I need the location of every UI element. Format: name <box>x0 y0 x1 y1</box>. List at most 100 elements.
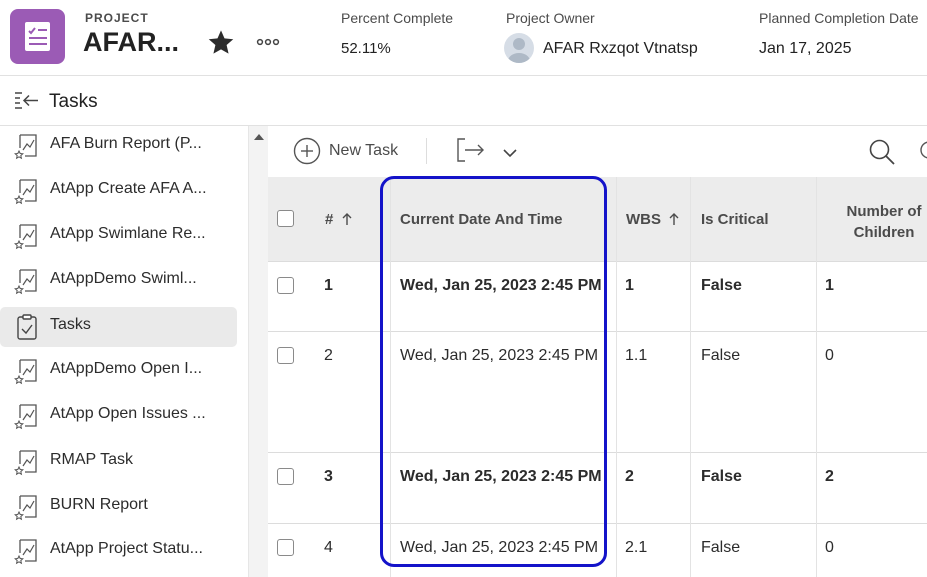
cell-wbs[interactable]: 1 <box>625 277 634 295</box>
cell-is-critical[interactable]: False <box>701 468 742 486</box>
cell-number: 1 <box>324 277 333 294</box>
page-title: Tasks <box>49 91 98 112</box>
owner-avatar[interactable] <box>504 33 534 63</box>
sidebar-item-label: AFA Burn Report (P... <box>50 135 202 152</box>
row-checkbox[interactable] <box>277 277 294 294</box>
project-label: PROJECT <box>85 11 149 25</box>
cell-current-date-time[interactable]: Wed, Jan 25, 2023 2:45 PM <box>400 468 602 486</box>
sidebar-scrollbar[interactable] <box>248 126 268 577</box>
cell-number-of-children: 2 <box>825 468 834 485</box>
cell-number: 3 <box>324 468 333 485</box>
plus-circle-icon <box>293 137 321 165</box>
report-icon <box>14 222 40 250</box>
clipboard-check-icon <box>14 313 40 341</box>
new-task-button[interactable]: New Task <box>293 136 398 166</box>
project-owner-label: Project Owner <box>506 10 595 26</box>
row-checkbox[interactable] <box>277 539 294 556</box>
search-icon[interactable] <box>868 138 896 171</box>
sidebar-item[interactable]: AtApp Create AFA A... <box>0 171 237 211</box>
cell-wbs[interactable]: 1.1 <box>625 347 647 365</box>
project-header: PROJECT AFAR... Percent Complete 52.11% … <box>0 0 927 76</box>
sidebar-item[interactable]: AtAppDemo Open I... <box>0 351 237 391</box>
sidebar-item-label: AtAppDemo Open I... <box>50 360 203 377</box>
scroll-up-arrow-icon[interactable] <box>254 134 264 140</box>
sidebar: AFA Burn Report (P... AtApp Create AFA A.… <box>0 126 268 577</box>
sidebar-item[interactable]: AtApp Open Issues ... <box>0 396 237 436</box>
cell-current-date-time[interactable]: Wed, Jan 25, 2023 2:45 PM <box>400 539 598 557</box>
column-divider <box>390 177 391 577</box>
toolbar-divider <box>426 138 427 164</box>
chevron-down-icon[interactable] <box>502 145 518 163</box>
col-header-current-date-time[interactable]: Current Date And Time <box>400 211 563 228</box>
comment-icon[interactable] <box>919 139 927 166</box>
percent-complete-value: 52.11% <box>341 40 391 57</box>
cell-number: 2 <box>324 347 333 364</box>
report-icon <box>14 357 40 385</box>
table-row[interactable]: 4 Wed, Jan 25, 2023 2:45 PM 2.1 False 0 <box>268 523 927 577</box>
row-checkbox[interactable] <box>277 347 294 364</box>
cell-current-date-time[interactable]: Wed, Jan 25, 2023 2:45 PM <box>400 277 602 295</box>
column-divider <box>616 177 617 577</box>
cell-wbs[interactable]: 2.1 <box>625 539 647 557</box>
select-all-checkbox[interactable] <box>277 210 294 227</box>
sidebar-item[interactable]: RMAP Task <box>0 442 237 482</box>
cell-number-of-children: 0 <box>825 347 834 364</box>
report-icon <box>14 448 40 476</box>
table-row[interactable]: 1 Wed, Jan 25, 2023 2:45 PM 1 False 1 <box>268 261 927 331</box>
sidebar-item[interactable]: AtApp Project Statu... <box>0 531 237 571</box>
sidebar-item[interactable]: Tasks <box>0 307 237 347</box>
star-icon[interactable] <box>207 28 235 61</box>
task-grid: # Current Date And Time WBS Is Critical … <box>268 177 927 577</box>
cell-current-date-time[interactable]: Wed, Jan 25, 2023 2:45 PM <box>400 347 598 365</box>
task-toolbar: New Task <box>268 126 927 177</box>
col-header-is-critical[interactable]: Is Critical <box>701 211 769 228</box>
table-row[interactable]: 3 Wed, Jan 25, 2023 2:45 PM 2 False 2 <box>268 452 927 523</box>
grid-header: # Current Date And Time WBS Is Critical … <box>268 177 927 261</box>
cell-number-of-children: 1 <box>825 277 834 294</box>
new-task-label: New Task <box>329 142 399 159</box>
cell-number: 4 <box>324 539 333 556</box>
planned-completion-value: Jan 17, 2025 <box>759 40 852 57</box>
sidebar-item-label: RMAP Task <box>50 451 133 468</box>
sidebar-item[interactable]: AtApp Swimlane Re... <box>0 216 237 256</box>
report-icon <box>14 132 40 160</box>
export-icon[interactable] <box>456 137 486 168</box>
row-checkbox[interactable] <box>277 468 294 485</box>
more-options-icon[interactable] <box>255 28 283 61</box>
main-panel: New Task # Current Date And Time WBS Is … <box>268 126 927 577</box>
tasks-subheader: Tasks <box>0 76 927 126</box>
report-icon <box>14 177 40 205</box>
cell-wbs[interactable]: 2 <box>625 468 634 486</box>
report-icon <box>14 537 40 565</box>
col-header-wbs[interactable]: WBS <box>626 211 680 228</box>
sidebar-item-label: AtApp Project Statu... <box>50 540 203 557</box>
sidebar-item-label: BURN Report <box>50 496 148 513</box>
report-icon <box>14 402 40 430</box>
report-icon <box>14 493 40 521</box>
report-icon <box>14 267 40 295</box>
cell-is-critical[interactable]: False <box>701 347 740 365</box>
collapse-sidebar-icon[interactable] <box>14 90 40 117</box>
sidebar-item-label: AtAppDemo Swiml... <box>50 270 197 287</box>
project-app-icon <box>10 9 65 64</box>
col-header-number-of-children[interactable]: Number of Children <box>836 201 927 243</box>
percent-complete-label: Percent Complete <box>341 10 454 26</box>
column-divider <box>690 177 691 577</box>
col-header-number[interactable]: # <box>325 211 353 228</box>
cell-is-critical[interactable]: False <box>701 277 742 295</box>
column-divider <box>816 177 817 577</box>
table-row[interactable]: 2 Wed, Jan 25, 2023 2:45 PM 1.1 False 0 <box>268 331 927 452</box>
project-name[interactable]: AFAR... <box>83 27 179 58</box>
sort-ascending-icon <box>669 213 679 225</box>
cell-number-of-children: 0 <box>825 539 834 556</box>
planned-completion-label: Planned Completion Date <box>759 10 919 26</box>
cell-is-critical[interactable]: False <box>701 539 740 557</box>
sidebar-item[interactable]: BURN Report <box>0 487 237 527</box>
project-owner-name[interactable]: AFAR Rxzqot Vtnatsp <box>543 40 698 58</box>
sidebar-item[interactable]: AFA Burn Report (P... <box>0 126 237 166</box>
sidebar-item-label: AtApp Create AFA A... <box>50 180 207 197</box>
sidebar-item[interactable]: AtAppDemo Swiml... <box>0 261 237 301</box>
sidebar-item-label: AtApp Swimlane Re... <box>50 225 206 242</box>
sidebar-item-label: Tasks <box>50 316 91 333</box>
sort-ascending-icon <box>342 213 352 225</box>
